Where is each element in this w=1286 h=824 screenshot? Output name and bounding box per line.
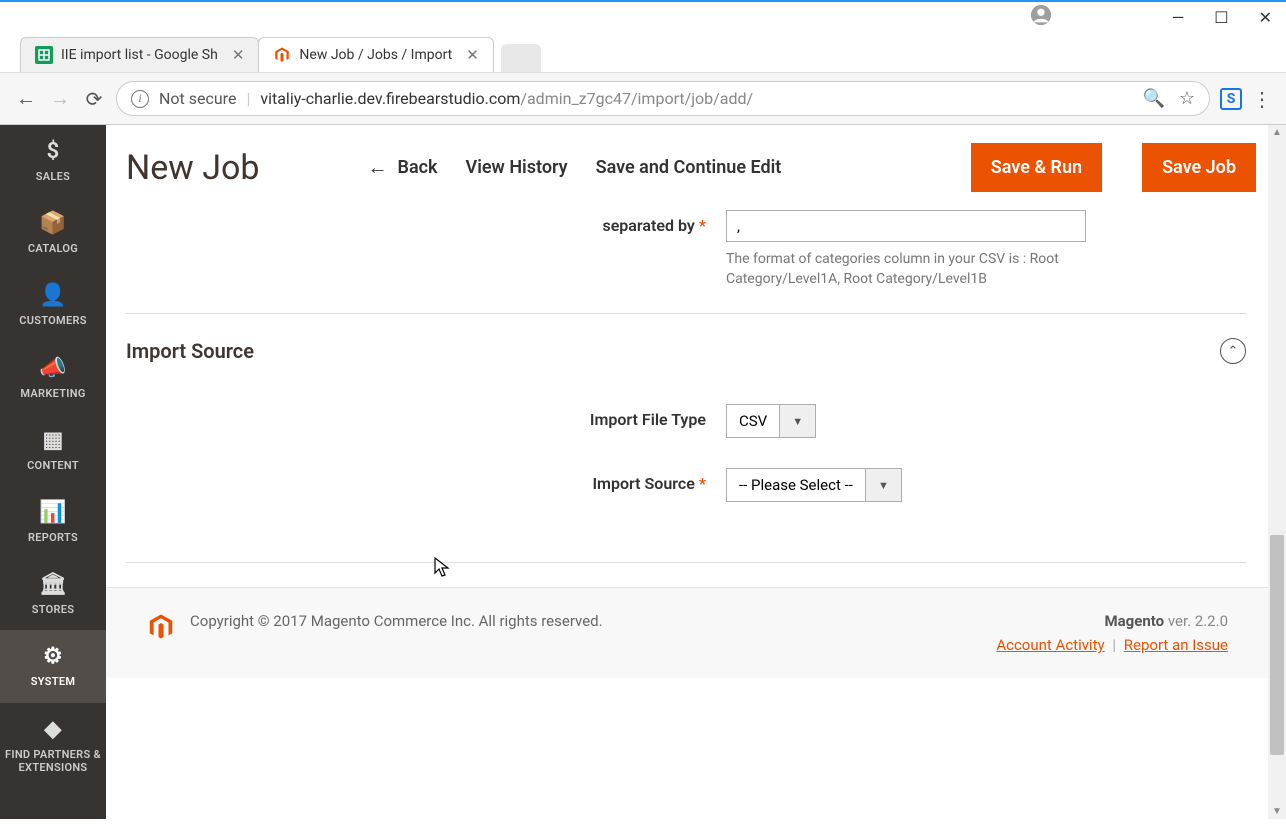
browser-tab-active[interactable]: New Job / Jobs / Import ✕ — [258, 37, 493, 72]
required-icon: * — [699, 216, 706, 235]
scroll-down-icon[interactable]: ▼ — [1268, 806, 1286, 817]
field-label: Import Source* — [416, 468, 726, 493]
view-history-link[interactable]: View History — [466, 157, 568, 178]
zoom-icon[interactable]: 🔍 — [1142, 88, 1164, 109]
scroll-up-icon[interactable]: ▲ — [1268, 127, 1286, 138]
extension-icon[interactable]: S — [1220, 88, 1242, 110]
sidebar-item-reports[interactable]: 📊REPORTS — [0, 486, 106, 558]
diamond-icon: ◆ — [44, 717, 61, 742]
account-activity-link[interactable]: Account Activity — [996, 636, 1104, 654]
tab-title: New Job / Jobs / Import — [299, 47, 452, 63]
section-header[interactable]: Import Source ⌃ — [126, 338, 1246, 364]
sidebar-item-customers[interactable]: 👤CUSTOMERS — [0, 269, 106, 341]
vertical-scrollbar[interactable]: ▲ ▼ — [1268, 125, 1286, 819]
browser-tab[interactable]: IIE import list - Google Sh ✕ — [20, 37, 259, 72]
user-avatar-icon[interactable] — [1030, 4, 1052, 30]
sidebar-item-catalog[interactable]: 📦CATALOG — [0, 197, 106, 269]
select-value: CSV — [727, 405, 779, 437]
security-label: Not secure — [159, 89, 236, 108]
layout-icon: ▦ — [42, 428, 63, 453]
sidebar-item-sales[interactable]: $SALES — [0, 125, 106, 197]
bookmark-icon[interactable]: ☆ — [1179, 88, 1195, 109]
browser-chrome: — ☐ ✕ IIE import list - Google Sh ✕ New … — [0, 0, 1286, 125]
sidebar-item-marketing[interactable]: 📣MARKETING — [0, 342, 106, 414]
import-source-select[interactable]: -- Please Select -- ▼ — [726, 468, 902, 502]
new-tab-button[interactable] — [501, 44, 541, 72]
reload-button[interactable]: ⟳ — [82, 87, 106, 111]
storefront-icon: 🏛 — [39, 572, 67, 597]
divider — [126, 562, 1246, 563]
magento-logo-icon — [146, 612, 176, 642]
save-run-button[interactable]: Save & Run — [971, 143, 1102, 192]
magento-favicon-icon — [273, 46, 291, 64]
select-value: -- Please Select -- — [727, 469, 865, 501]
required-icon: * — [699, 474, 706, 493]
back-link[interactable]: ←Back — [368, 155, 438, 180]
close-window-button[interactable]: ✕ — [1259, 8, 1272, 27]
box-icon: 📦 — [39, 211, 67, 236]
form-area: separated by* The format of categories c… — [106, 210, 1286, 563]
url-host: vitaliy-charlie.dev.firebearstudio.com/a… — [260, 89, 753, 108]
help-text: The format of categories column in your … — [726, 250, 1106, 289]
scrollbar-thumb[interactable] — [1270, 535, 1284, 755]
file-type-select[interactable]: CSV ▼ — [726, 404, 816, 438]
megaphone-icon: 📣 — [39, 356, 67, 381]
version-label: ver. 2.2.0 — [1164, 612, 1228, 630]
sidebar-item-stores[interactable]: 🏛STORES — [0, 558, 106, 630]
url-input[interactable]: i Not secure | vitaliy-charlie.dev.fireb… — [116, 81, 1210, 116]
brand-label: Magento — [1105, 612, 1165, 630]
sidebar-item-content[interactable]: ▦CONTENT — [0, 414, 106, 486]
divider — [126, 313, 1246, 314]
chevron-down-icon: ▼ — [779, 405, 815, 437]
content-area: New Job ←Back View History Save and Cont… — [106, 125, 1286, 819]
chevron-down-icon: ▼ — [865, 469, 901, 501]
page-header: New Job ←Back View History Save and Cont… — [106, 125, 1286, 210]
window-controls: — ☐ ✕ — [0, 2, 1286, 32]
save-continue-link[interactable]: Save and Continue Edit — [596, 157, 782, 178]
person-icon: 👤 — [39, 283, 67, 308]
forward-button[interactable]: → — [48, 86, 72, 111]
address-bar: ← → ⟳ i Not secure | vitaliy-charlie.dev… — [0, 72, 1286, 125]
save-job-button[interactable]: Save Job — [1142, 143, 1256, 192]
page-body: $SALES 📦CATALOG 👤CUSTOMERS 📣MARKETING ▦C… — [0, 125, 1286, 819]
gear-icon: ⚙ — [43, 644, 63, 669]
copyright-text: Copyright © 2017 Magento Commerce Inc. A… — [190, 612, 603, 630]
field-separated-by: separated by* The format of categories c… — [416, 210, 1246, 289]
field-file-type: Import File Type CSV ▼ — [416, 404, 1246, 438]
arrow-left-icon: ← — [368, 155, 388, 180]
field-import-source: Import Source* -- Please Select -- ▼ — [416, 468, 1246, 502]
report-issue-link[interactable]: Report an Issue — [1124, 636, 1228, 654]
back-button[interactable]: ← — [14, 86, 38, 111]
info-icon[interactable]: i — [131, 90, 149, 108]
close-tab-icon[interactable]: ✕ — [466, 46, 479, 64]
field-label: separated by* — [416, 210, 726, 235]
page-title: New Job — [126, 148, 260, 188]
sidebar-item-system[interactable]: ⚙SYSTEM — [0, 630, 106, 702]
collapse-toggle-icon[interactable]: ⌃ — [1220, 338, 1246, 364]
dollar-icon: $ — [47, 139, 60, 164]
minimize-button[interactable]: — — [1172, 8, 1185, 27]
sheets-favicon-icon — [35, 46, 53, 64]
maximize-button[interactable]: ☐ — [1214, 8, 1228, 27]
tab-title: IIE import list - Google Sh — [61, 47, 218, 63]
sidebar-item-partners[interactable]: ◆FIND PARTNERS & EXTENSIONS — [0, 703, 106, 788]
close-tab-icon[interactable]: ✕ — [232, 46, 245, 64]
section-title: Import Source — [126, 339, 254, 363]
admin-sidebar: $SALES 📦CATALOG 👤CUSTOMERS 📣MARKETING ▦C… — [0, 125, 106, 819]
field-label: Import File Type — [416, 404, 726, 429]
separated-by-input[interactable] — [726, 210, 1086, 242]
chart-icon: 📊 — [39, 500, 67, 525]
page-footer: Copyright © 2017 Magento Commerce Inc. A… — [106, 587, 1268, 678]
tab-bar: IIE import list - Google Sh ✕ New Job / … — [0, 32, 1286, 72]
browser-menu-icon[interactable]: ⋮ — [1252, 87, 1272, 111]
